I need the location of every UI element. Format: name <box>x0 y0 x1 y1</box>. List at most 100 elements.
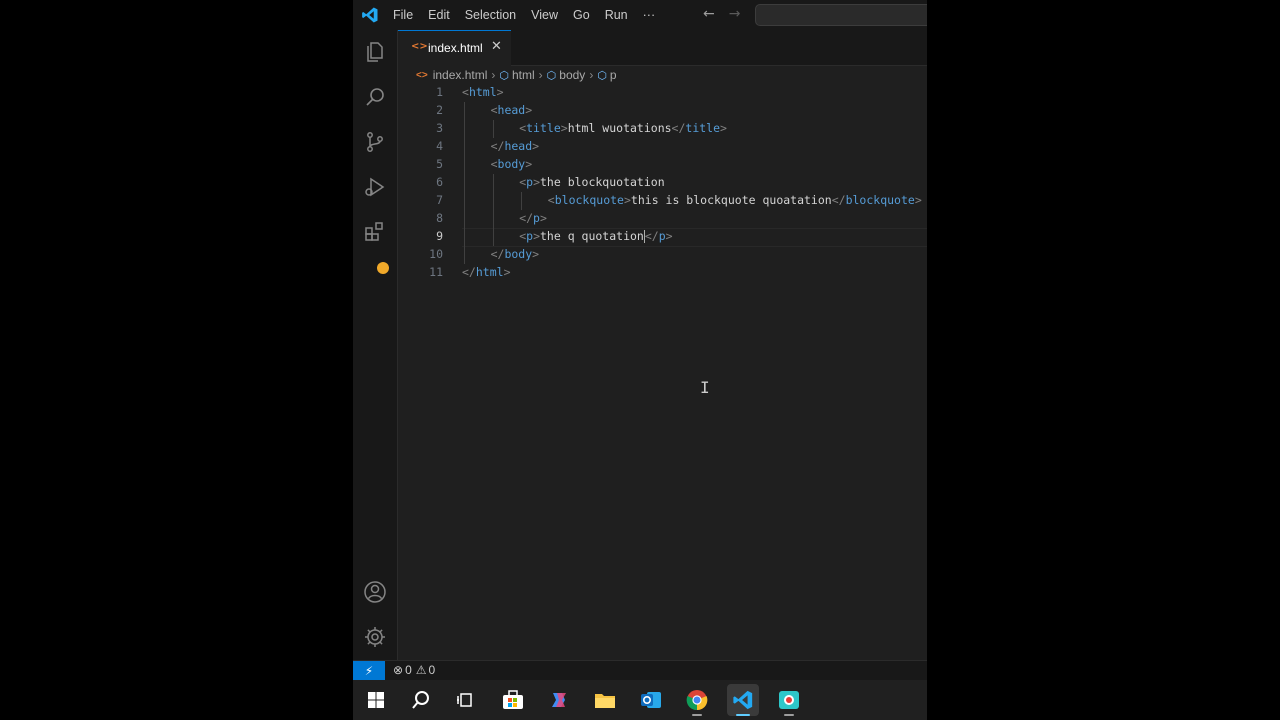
tag-bracket: </ <box>462 265 476 279</box>
code-text: <p>the q quotation</p> <box>519 229 673 243</box>
code-text: <blockquote>this is blockquote quoatatio… <box>548 193 922 207</box>
tag-bracket: </ <box>644 229 659 243</box>
menu-bar: File Edit Selection View Go Run ··· <box>393 0 670 30</box>
code-line[interactable]: 10 </body> <box>398 246 927 264</box>
tag-name: blockquote <box>845 193 915 207</box>
copilot-icon[interactable] <box>543 684 575 716</box>
outlook-icon[interactable] <box>635 684 667 716</box>
task-view-icon[interactable] <box>449 684 481 716</box>
tag-bracket: </ <box>490 247 505 261</box>
code-editor[interactable]: 1 <html> 2 <head> 3 <title>html wuotations</t… <box>398 84 927 660</box>
code-line[interactable]: 11 </html> <box>398 264 927 282</box>
tag-name: p <box>533 211 540 225</box>
problems-indicator[interactable]: ⊗ 0 ⚠ 0 <box>393 663 435 677</box>
code-line[interactable]: 6 <p>the blockquotation <box>398 174 927 192</box>
code-line[interactable]: 5 <body> <box>398 156 927 174</box>
menu-go[interactable]: Go <box>573 8 590 22</box>
code-text: </body> <box>491 247 540 261</box>
windows-start-icon[interactable] <box>360 684 392 716</box>
menu-run[interactable]: Run <box>605 8 628 22</box>
title-bar: File Edit Selection View Go Run ··· ← → <box>353 0 927 30</box>
tag-bracket: > <box>496 85 504 99</box>
search-icon[interactable] <box>363 85 387 109</box>
indent-guide <box>464 246 465 264</box>
run-debug-icon[interactable] <box>363 175 387 199</box>
indent-guide <box>492 192 494 210</box>
chrome-icon[interactable] <box>681 684 713 716</box>
chevron-right-icon: › <box>491 68 496 82</box>
tag-bracket: < <box>490 103 498 117</box>
tag-bracket: > <box>623 193 631 207</box>
search-icon[interactable] <box>405 684 437 716</box>
accounts-icon[interactable] <box>363 580 387 604</box>
vscode-icon[interactable] <box>727 684 759 716</box>
menu-view[interactable]: View <box>531 8 558 22</box>
settings-gear-icon[interactable] <box>363 625 387 649</box>
indent-guide <box>464 102 465 120</box>
tag-bracket: > <box>560 121 568 135</box>
tag-bracket: > <box>914 193 922 207</box>
indent-guide <box>464 192 465 210</box>
screen-recorder-icon[interactable] <box>773 684 805 716</box>
code-line[interactable]: 9 <p>the q quotation</p> <box>398 228 927 247</box>
warning-icon: ⚠ <box>415 663 427 677</box>
file-explorer-icon[interactable] <box>589 684 621 716</box>
extensions-icon[interactable] <box>363 220 387 244</box>
tag-name: title <box>526 121 561 135</box>
breadcrumb-item-file[interactable]: index.html <box>433 68 488 82</box>
tag-bracket: < <box>462 85 469 99</box>
active-indicator <box>736 714 750 716</box>
explorer-icon[interactable] <box>363 40 387 64</box>
code-line[interactable]: 8 </p> <box>398 210 927 228</box>
code-text: <body> <box>491 157 533 171</box>
menu-edit[interactable]: Edit <box>428 8 450 22</box>
code-text: <p>the blockquotation <box>519 175 664 189</box>
code-line[interactable]: 7 <blockquote>this is blockquote quoatati… <box>398 192 927 210</box>
chevron-right-icon: › <box>589 68 594 82</box>
line-number: 1 <box>436 85 443 99</box>
tag-name: blockquote <box>554 193 624 207</box>
indent-guide <box>492 228 494 246</box>
windows-taskbar <box>353 680 927 720</box>
editor-tab-bar: <> index.html ✕ <box>398 30 927 66</box>
tab-index-html[interactable]: <> index.html ✕ <box>398 30 511 66</box>
running-indicator <box>784 714 794 716</box>
navigation-arrows: ← → <box>703 6 754 22</box>
text-content: the q quotation <box>540 229 644 243</box>
close-icon[interactable]: ✕ <box>491 39 502 54</box>
tag-bracket: < <box>547 193 555 207</box>
line-number: 10 <box>429 247 443 261</box>
command-center-search[interactable] <box>755 4 927 26</box>
html-file-icon: <> <box>411 41 428 52</box>
code-line[interactable]: 3 <title>html wuotations</title> <box>398 120 927 138</box>
code-text: </head> <box>491 139 540 153</box>
remote-indicator-icon[interactable]: ⚡ <box>353 661 385 681</box>
line-number: 5 <box>436 157 443 171</box>
store-icon[interactable] <box>497 684 529 716</box>
vscode-logo-icon <box>362 7 378 23</box>
indent-guide <box>464 210 465 228</box>
menu-more[interactable]: ··· <box>643 8 656 22</box>
back-arrow-icon[interactable]: ← <box>703 6 715 22</box>
indent-guide <box>492 210 494 228</box>
error-icon: ⊗ <box>393 663 404 677</box>
element-cube-icon: ⬡ <box>546 69 557 82</box>
code-line[interactable]: 1 <html> <box>398 84 927 102</box>
indent-guide <box>492 120 494 138</box>
indent-guide <box>492 174 494 192</box>
menu-selection[interactable]: Selection <box>465 8 516 22</box>
source-control-icon[interactable] <box>363 130 387 154</box>
menu-file[interactable]: File <box>393 8 413 22</box>
forward-arrow-icon[interactable]: → <box>729 6 741 22</box>
line-number: 9 <box>436 229 443 243</box>
code-line[interactable]: 4 </head> <box>398 138 927 156</box>
breadcrumb-item-p[interactable]: p <box>610 68 617 82</box>
line-number: 6 <box>436 175 443 189</box>
text-content: html wuotations <box>567 121 672 135</box>
breadcrumb-item-html[interactable]: html <box>512 68 535 82</box>
breadcrumb-item-body[interactable]: body <box>559 68 585 82</box>
activity-bar <box>353 30 398 660</box>
code-line[interactable]: 2 <head> <box>398 102 927 120</box>
tag-bracket: </ <box>831 193 846 207</box>
code-text: <html> <box>462 85 504 99</box>
